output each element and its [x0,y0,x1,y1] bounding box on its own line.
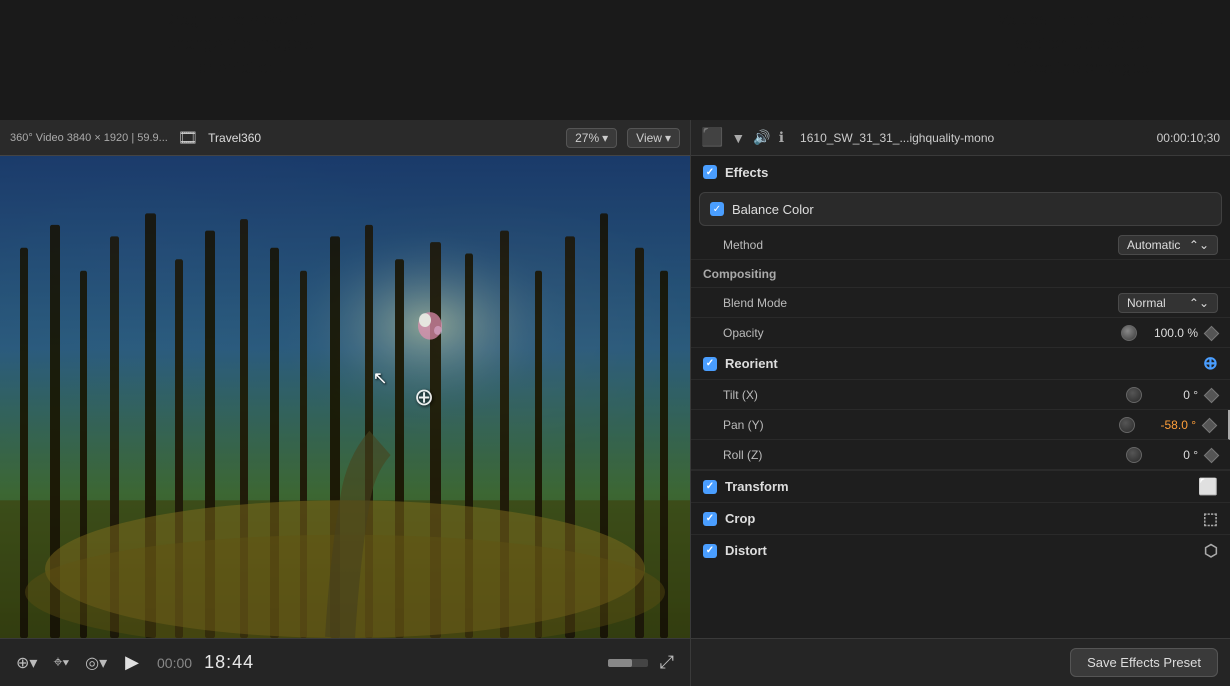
inspector-panel: ⬛ ▼ 🔊 ℹ 1610_SW_31_31_...ighquality-mono… [690,120,1230,686]
crop-label: Crop [725,511,1195,526]
view-chevron-icon: ▾ [665,131,671,145]
effects-section-header: ✓ Effects [691,156,1230,188]
roll-row: Roll (Z) 0 ° [691,440,1230,470]
tilt-label: Tilt (X) [703,388,1126,402]
progress-bar [608,659,648,667]
timecode-display: 18:44 [204,652,254,673]
inspector-audio-icon[interactable]: 🔊 [753,129,770,146]
annotation-left: Drag in the viewer to change the image's… [100,0,380,87]
fullscreen-button[interactable]: ⤢ [656,650,678,675]
roll-control: 0 ° [1126,447,1218,463]
inspector-footer: Save Effects Preset [691,638,1230,686]
balance-color-header: ✓ Balance Color [699,192,1222,226]
compositing-section-label: Compositing [691,260,1230,288]
inspector-timecode: 00:00:10;30 [1157,131,1220,145]
video-background: ↖ ⊕ [0,156,690,638]
pan-slider[interactable] [1119,417,1135,433]
roll-slider[interactable] [1126,447,1142,463]
blend-mode-chevron-icon: ⌃⌄ [1189,296,1209,310]
annotation-right: Values in the Reorient section update to… [950,0,1210,87]
zoom-chevron-icon: ▾ [602,131,608,145]
effects-checkbox[interactable]: ✓ [703,165,717,179]
method-label: Method [703,238,1118,252]
roll-label: Roll (Z) [703,448,1126,462]
transform-section-header: ✓ Transform ⬜ [691,470,1230,502]
roll-keyframe-button[interactable] [1204,448,1218,462]
pan-label: Pan (Y) [703,418,1119,432]
roll-value: 0 ° [1148,448,1198,462]
film-icon: 🎞 [178,128,198,148]
reorient-360-icon: ⊕ [1203,353,1218,374]
reorient-section-header: ✓ Reorient ⊕ [691,348,1230,380]
bottom-controls: ⊕▾ ⌖▾ ◎▾ ▶ 00:00 18:44 ⤢ [0,638,690,686]
balance-color-checkbox[interactable]: ✓ [710,202,724,216]
progress-fill [608,659,632,667]
pan-control: -58.0 ° [1119,417,1216,433]
tilt-control: 0 ° [1126,387,1218,403]
opacity-slider[interactable] [1121,325,1137,341]
inspector-info-icon[interactable]: ℹ [779,129,784,146]
tilt-value: 0 ° [1148,388,1198,402]
opacity-label: Opacity [703,326,1121,340]
inspector-filter-icon[interactable]: ▼ [731,130,745,146]
distort-icon: ⬡ [1204,541,1218,561]
crop-checkbox[interactable]: ✓ [703,512,717,526]
pan-value: -58.0 ° [1141,418,1196,432]
opacity-control: 100.0 % [1121,325,1218,341]
reorient-checkbox[interactable]: ✓ [703,357,717,371]
speed-button[interactable]: ◎▾ [81,651,111,675]
method-dropdown[interactable]: Automatic ⌃⌄ [1118,235,1218,255]
distort-section-header: ✓ Distort ⬡ [691,534,1230,566]
opacity-keyframe-button[interactable] [1204,326,1218,340]
video-area[interactable]: ↖ ⊕ [0,156,690,638]
transform-icon: ⬜ [1198,477,1218,497]
viewer-toolbar: 360° Video 3840 × 1920 | 59.9... 🎞 Trave… [0,120,690,156]
crop-icon: ⬚ [1203,509,1218,529]
tilt-row: Tilt (X) 0 ° [691,380,1230,410]
distort-checkbox[interactable]: ✓ [703,544,717,558]
save-effects-preset-button[interactable]: Save Effects Preset [1070,648,1218,677]
inspector-video-tab-icon[interactable]: ⬛ [701,127,723,148]
tilt-keyframe-button[interactable] [1204,388,1218,402]
effects-label: Effects [725,165,768,180]
opacity-value: 100.0 % [1143,326,1198,340]
inspector-content[interactable]: ✓ Effects ✓ Balance Color Method Automat… [691,156,1230,638]
clip-name: Travel360 [208,131,261,145]
opacity-row: Opacity 100.0 % [691,318,1230,348]
blend-mode-row: Blend Mode Normal ⌃⌄ [691,288,1230,318]
video-info-text: 360° Video 3840 × 1920 | 59.9... [10,132,168,144]
distort-label: Distort [725,543,1196,558]
viewer-panel: 360° Video 3840 × 1920 | 59.9... 🎞 Trave… [0,120,690,686]
blend-mode-dropdown[interactable]: Normal ⌃⌄ [1118,293,1218,313]
play-button[interactable]: ▶ [119,650,145,675]
transform-checkbox[interactable]: ✓ [703,480,717,494]
zoom-button[interactable]: 27% ▾ [566,128,617,148]
inspector-header: ⬛ ▼ 🔊 ℹ 1610_SW_31_31_...ighquality-mono… [691,120,1230,156]
method-row: Method Automatic ⌃⌄ [691,230,1230,260]
pan-keyframe-button[interactable] [1202,418,1216,432]
crop-section-header: ✓ Crop ⬚ [691,502,1230,534]
inspector-clip-filename: 1610_SW_31_31_...ighquality-mono [800,131,994,145]
tool-select-button[interactable]: ⌖▾ [49,652,73,674]
360-mode-button[interactable]: ⊕▾ [12,651,41,675]
forest-svg [0,156,690,638]
pan-row: Pan (Y) -58.0 ° [691,410,1230,440]
timecode-separator: 00:00 [157,655,192,671]
reorient-label: Reorient [725,356,1195,371]
balance-color-label: Balance Color [732,202,814,217]
transform-label: Transform [725,479,1190,494]
tilt-slider[interactable] [1126,387,1142,403]
view-button[interactable]: View ▾ [627,128,680,148]
blend-mode-label: Blend Mode [703,296,1118,310]
method-chevron-icon: ⌃⌄ [1189,238,1209,252]
